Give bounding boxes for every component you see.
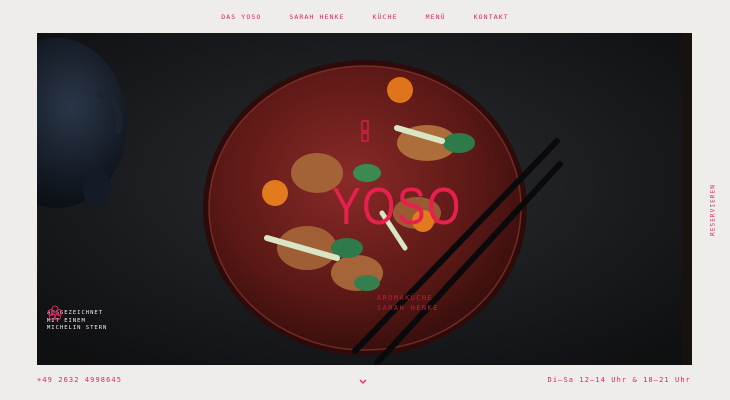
reserve-label[interactable]: RESERVIEREN <box>710 184 717 236</box>
opening-hours: Di–Sa 12–14 Uhr & 18–21 Uhr <box>547 376 691 384</box>
chevron-down-icon[interactable] <box>359 379 367 385</box>
brand-logo-text: YOSO <box>332 178 462 236</box>
nav-item-kontakt[interactable]: KONTAKT <box>474 12 509 22</box>
nav-item-das-yoso[interactable]: DAS YOSO <box>221 12 261 22</box>
main-nav: DAS YOSO SARAH HENKE KÜCHE MENÜ KONTAKT <box>0 12 730 22</box>
hero-image: YOSO AROMAKÜCHE SARAH HENKE AUSGEZEICHNE… <box>37 33 692 365</box>
michelin-star-icon <box>47 305 63 321</box>
footer: +49 2632 4998645 Di–Sa 12–14 Uhr & 18–21… <box>0 376 730 390</box>
michelin-badge: AUSGEZEICHNET MIT EINEM MICHELIN STERN <box>47 305 117 333</box>
tagline-line-1: AROMAKÜCHE <box>377 294 434 302</box>
tagline-line-2: SARAH HENKE <box>377 304 439 312</box>
nav-item-kueche[interactable]: KÜCHE <box>373 12 398 22</box>
nav-item-menue[interactable]: MENÜ <box>426 12 446 22</box>
reserve-link[interactable]: RESERVIEREN <box>708 170 718 250</box>
phone-number[interactable]: +49 2632 4998645 <box>37 376 122 384</box>
tagline: AROMAKÜCHE SARAH HENKE <box>377 293 477 313</box>
nav-item-sarah-henke[interactable]: SARAH HENKE <box>289 12 344 22</box>
